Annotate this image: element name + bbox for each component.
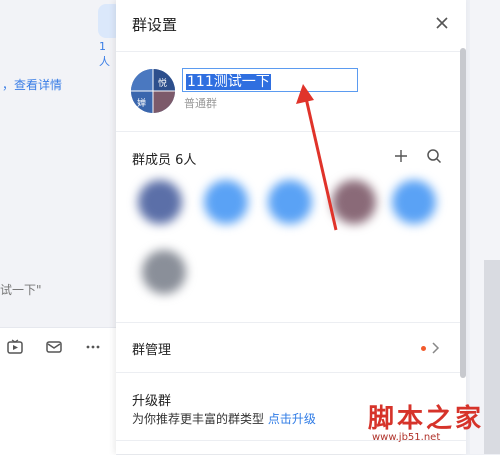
group-type-label: 普通群 — [184, 97, 217, 110]
quoted-message: 试一下" — [0, 283, 42, 297]
annotation-arrow — [296, 84, 338, 231]
search-icon[interactable] — [426, 148, 442, 164]
divider — [116, 51, 466, 52]
svg-text:婵: 婵 — [137, 97, 146, 109]
members-title: 群成员 6人 — [132, 153, 197, 168]
divider — [116, 322, 466, 323]
view-detail-link[interactable]: ，查看详情 — [2, 76, 62, 93]
group-avatar[interactable]: 悦 婵 — [131, 69, 175, 113]
group-name-text: 111测试一下 — [186, 74, 271, 90]
notification-dot — [421, 346, 426, 351]
member-avatar[interactable] — [392, 180, 436, 224]
divider — [116, 372, 466, 373]
chat-background: 1人 ，查看详情 试一下" — [0, 0, 122, 455]
member-avatar[interactable] — [142, 250, 186, 294]
close-icon[interactable] — [434, 15, 450, 31]
panel-scrollbar[interactable] — [460, 48, 466, 378]
mail-icon[interactable] — [45, 338, 63, 356]
group-manage-label[interactable]: 群管理 — [132, 339, 171, 358]
add-member-icon[interactable] — [394, 149, 408, 163]
member-avatar[interactable] — [138, 180, 182, 224]
svg-text:悦: 悦 — [158, 77, 167, 89]
member-avatar[interactable] — [204, 180, 248, 224]
watermark-url: www.jb51.net — [372, 432, 441, 443]
input-toolbar — [0, 327, 116, 455]
upgrade-description: 为你推荐更丰富的群类型 点击升级 — [132, 410, 316, 427]
panel-title: 群设置 — [132, 16, 178, 34]
video-icon[interactable] — [6, 338, 24, 356]
upgrade-link[interactable]: 点击升级 — [268, 412, 316, 426]
read-count: 1人 — [99, 40, 110, 68]
upgrade-group-label: 升级群 — [132, 394, 172, 409]
chevron-right-icon[interactable] — [431, 341, 441, 355]
watermark: 脚本之家 www.jb51.net — [368, 398, 498, 454]
watermark-title: 脚本之家 — [368, 404, 485, 434]
more-icon[interactable] — [84, 338, 102, 356]
upgrade-desc-text: 为你推荐更丰富的群类型 — [132, 412, 265, 426]
